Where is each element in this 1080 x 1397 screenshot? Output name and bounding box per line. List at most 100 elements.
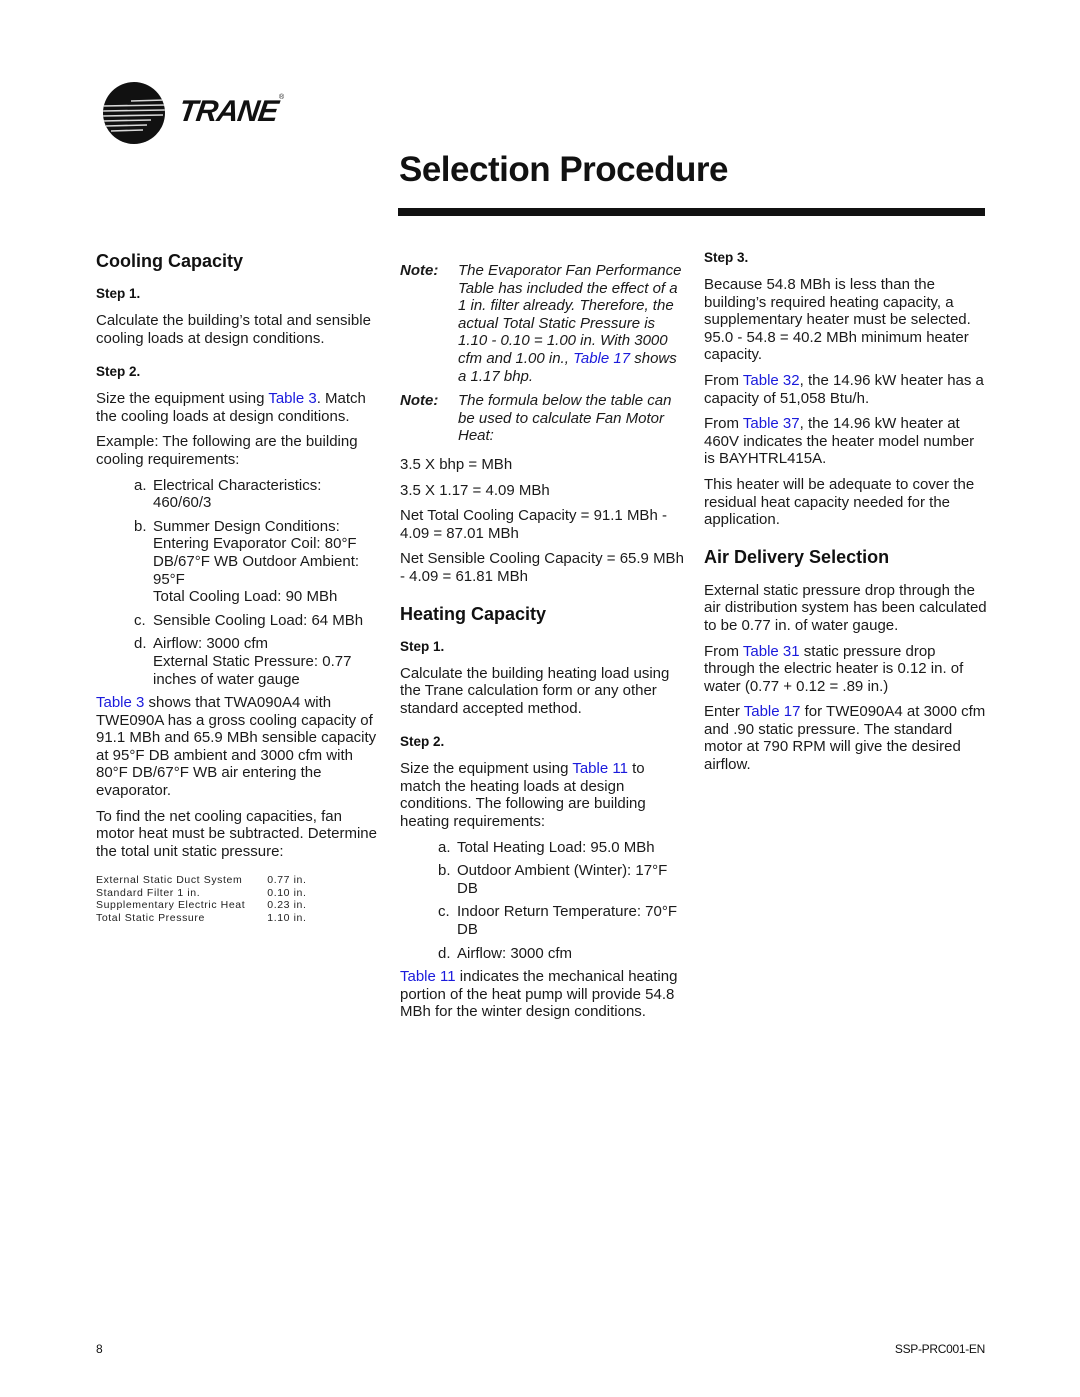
air-delivery-p2: From Table 31 static pressure drop throu… bbox=[704, 643, 989, 696]
text: Enter bbox=[704, 703, 744, 721]
list-item: a. Electrical Characteristics: 460/60/3 bbox=[96, 477, 381, 512]
formula-text: 3.5 X bhp = MBh bbox=[400, 455, 513, 473]
row-value: 1.10 in. bbox=[267, 911, 307, 924]
table-31-link[interactable]: Table 31 bbox=[743, 643, 800, 660]
cooling-step1-text: Calculate the building’s total and sensi… bbox=[96, 312, 371, 347]
heating-result-text: Table 11 indicates the mechanical heatin… bbox=[400, 968, 685, 1021]
list-marker: d. bbox=[134, 635, 147, 653]
row-label: Total Static Pressure bbox=[96, 911, 205, 924]
row-value: 0.23 in. bbox=[267, 899, 307, 912]
note-formula: Note: The formula below the table can be… bbox=[400, 392, 685, 445]
list-text: Total Heating Load: 95.0 MBh bbox=[457, 838, 655, 856]
table-37-link[interactable]: Table 37 bbox=[743, 415, 800, 432]
trane-circle-logo-icon bbox=[103, 82, 165, 144]
table-3-link[interactable]: Table 3 bbox=[268, 390, 316, 407]
heating-step1-label: Step 1. bbox=[400, 638, 445, 654]
text: Size the equipment using bbox=[400, 760, 573, 778]
net-total-cooling: Net Total Cooling Capacity = 91.1 MBh - … bbox=[400, 507, 667, 542]
formula-applied: 3.5 X 1.17 = 4.09 MBh bbox=[400, 482, 685, 500]
row-label: Supplementary Electric Heat bbox=[96, 899, 246, 912]
list-item: a. Total Heating Load: 95.0 MBh bbox=[400, 839, 685, 857]
table-17-link[interactable]: Table 17 bbox=[573, 350, 630, 367]
table-37-text: From Table 37, the 14.96 kW heater at 46… bbox=[704, 415, 989, 468]
table-row: External Static Duct System 0.77 in. bbox=[96, 874, 307, 887]
table-row: Supplementary Electric Heat 0.23 in. bbox=[96, 899, 307, 912]
row-label: External Static Duct System bbox=[96, 874, 243, 887]
list-marker: a. bbox=[438, 838, 451, 856]
cooling-step2-label: Step 2. bbox=[96, 364, 141, 380]
list-text: Outdoor Ambient (Winter): 17°F DB bbox=[457, 862, 668, 897]
cooling-step1-label: Step 1. bbox=[96, 286, 141, 301]
heating-heading: Heating Capacity bbox=[400, 603, 547, 624]
table-row: Total Static Pressure 1.10 in. bbox=[96, 912, 307, 925]
text: From bbox=[704, 642, 743, 660]
list-text: Indoor Return Temperature: 70°F DB bbox=[457, 903, 678, 939]
brand-wordmark: TRANE bbox=[176, 95, 280, 128]
list-text: Sensible Cooling Load: 64 MBh bbox=[153, 611, 364, 629]
cooling-heading: Cooling Capacity bbox=[96, 251, 244, 271]
cooling-requirements-list: a. Electrical Characteristics: 460/60/3 b… bbox=[96, 477, 381, 689]
air-delivery-p3: Enter Table 17 for TWE090A4 at 3000 cfm … bbox=[704, 703, 989, 773]
table-32-link[interactable]: Table 32 bbox=[743, 372, 800, 389]
list-item: c. Sensible Cooling Load: 64 MBh bbox=[96, 612, 381, 630]
list-marker: b. bbox=[438, 862, 451, 880]
heating-step2-text: Size the equipment using Table 11 to mat… bbox=[400, 760, 685, 830]
list-marker: b. bbox=[134, 517, 147, 535]
list-text: Airflow: 3000 cfm bbox=[457, 944, 573, 962]
list-marker: c. bbox=[134, 611, 146, 629]
document-id: SSP-PRC001-EN bbox=[894, 1342, 985, 1356]
list-item: b. Summer Design Conditions: Entering Eva… bbox=[96, 518, 381, 606]
title-rule bbox=[398, 208, 985, 216]
list-item: c. Indoor Return Temperature: 70°F DB bbox=[400, 903, 685, 938]
list-item: d. Airflow: 3000 cfm bbox=[400, 945, 685, 963]
heating-step2-label: Step 2. bbox=[400, 734, 445, 750]
row-value: 0.77 in. bbox=[267, 874, 307, 887]
heating-step3-label: Step 3. bbox=[704, 250, 749, 265]
heating-step3-text: Because 54.8 MBh is less than the buildi… bbox=[704, 276, 971, 364]
table-11-link[interactable]: Table 11 bbox=[572, 760, 628, 777]
cooling-net-intro: To find the net cooling capacities, fan … bbox=[96, 807, 377, 860]
column-cooling: Cooling Capacity Step 1. Calculate the b… bbox=[96, 250, 381, 924]
table-32-text: From Table 32, the 14.96 kW heater has a… bbox=[704, 372, 989, 407]
air-delivery-p1: External static pressure drop through th… bbox=[704, 581, 987, 634]
heater-adequate-text: This heater will be adequate to cover th… bbox=[704, 475, 975, 529]
net-sensible-cooling: Net Sensible Cooling Capacity = 65.9 MBh… bbox=[400, 550, 684, 585]
text: From bbox=[704, 371, 743, 389]
formula-text: 3.5 X 1.17 = 4.09 MBh bbox=[400, 481, 550, 499]
list-marker: d. bbox=[438, 944, 451, 962]
list-marker: a. bbox=[134, 476, 147, 494]
table-11-link[interactable]: Table 11 bbox=[400, 968, 456, 985]
list-extra: External Static Pressure: 0.77 inches of… bbox=[153, 652, 352, 688]
text: Size the equipment using bbox=[96, 390, 269, 408]
cooling-step2-text: Size the equipment using Table 3. Match … bbox=[96, 390, 381, 425]
list-text: Summer Design Conditions: Entering Evapo… bbox=[153, 517, 360, 588]
formula-generic: 3.5 X bhp = MBh bbox=[400, 456, 685, 474]
note-label: Note: bbox=[400, 392, 439, 410]
cooling-result-text: Table 3 shows that TWA090A4 with TWE090A… bbox=[96, 694, 381, 800]
column-step3-air: Step 3. Because 54.8 MBh is less than th… bbox=[704, 250, 989, 782]
registered-mark: ® bbox=[279, 94, 285, 101]
column-notes-heating: Note: The Evaporator Fan Performance Tab… bbox=[400, 262, 685, 1029]
list-text: Airflow: 3000 cfm bbox=[153, 635, 269, 653]
trane-logo: TRANE ® bbox=[103, 82, 303, 144]
table-row: Standard Filter 1 in. 0.10 in. bbox=[96, 887, 307, 900]
page-number: 8 bbox=[96, 1342, 103, 1356]
page-title: Selection Procedure bbox=[399, 150, 728, 189]
heating-requirements-list: a. Total Heating Load: 95.0 MBh b. Outdoor… bbox=[400, 839, 685, 963]
note-fan-performance: Note: The Evaporator Fan Performance Tab… bbox=[400, 262, 685, 385]
row-value: 0.10 in. bbox=[267, 886, 307, 899]
note-label: Note: bbox=[400, 262, 439, 279]
static-pressure-table: External Static Duct System 0.77 in. Stan… bbox=[96, 874, 307, 924]
heating-step1-text: Calculate the building heating load usin… bbox=[400, 664, 670, 717]
table-17-link[interactable]: Table 17 bbox=[744, 703, 801, 720]
table-3-link[interactable]: Table 3 bbox=[96, 694, 144, 711]
cooling-example-intro: Example: The following are the building … bbox=[96, 433, 358, 468]
row-label: Standard Filter 1 in. bbox=[96, 886, 201, 899]
air-delivery-heading: Air Delivery Selection bbox=[704, 546, 890, 567]
list-item: d. Airflow: 3000 cfm External Static Press… bbox=[96, 635, 381, 688]
list-marker: c. bbox=[438, 903, 450, 921]
list-item: b. Outdoor Ambient (Winter): 17°F DB bbox=[400, 862, 685, 897]
list-extra: Total Cooling Load: 90 MBh bbox=[153, 588, 338, 606]
list-text: Electrical Characteristics: 460/60/3 bbox=[153, 476, 322, 512]
text: From bbox=[704, 415, 743, 433]
